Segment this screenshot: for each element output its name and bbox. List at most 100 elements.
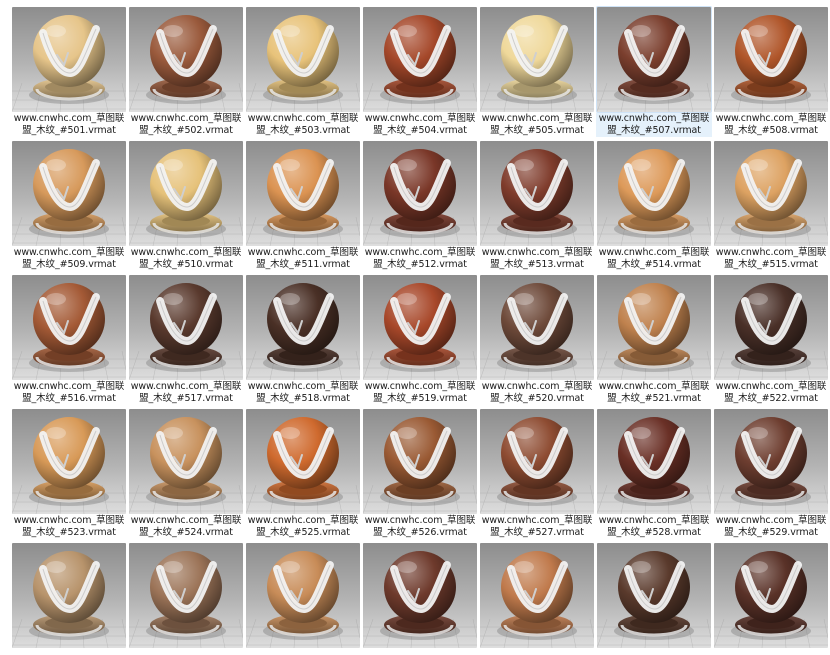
file-name-label: www.cnwhc.com_草图联 盟_木纹_#525.vrmat: [245, 515, 361, 539]
file-name-line1: www.cnwhc.com_草图联: [364, 113, 476, 124]
material-preview-image: [597, 141, 711, 246]
thumbnail-frame[interactable]: [714, 141, 828, 246]
material-preview-image: [480, 7, 594, 112]
file-name-line2: 盟_木纹_#505.vrmat: [490, 125, 584, 136]
material-preview-image: [597, 543, 711, 648]
material-preview-image: [480, 275, 594, 380]
thumbnail-frame[interactable]: [597, 7, 711, 112]
file-name-label: www.cnwhc.com_草图联 盟_木纹_#508.vrmat: [713, 113, 829, 137]
file-name-label: www.cnwhc.com_草图联 盟_木纹_#519.vrmat: [362, 381, 478, 405]
material-preview-image: [714, 141, 828, 246]
thumbnail-frame[interactable]: [363, 409, 477, 514]
file-name-line1: www.cnwhc.com_草图联: [13, 113, 125, 124]
file-name-line1: www.cnwhc.com_草图联: [481, 381, 593, 392]
thumbnail-grid: www.cnwhc.com_草图联 盟_木纹_#501.vrmat www.cnwh…: [0, 0, 830, 655]
thumbnail-frame[interactable]: [129, 409, 243, 514]
thumbnail-frame[interactable]: [12, 275, 126, 380]
material-preview-image: [714, 275, 828, 380]
file-name-line1: www.cnwhc.com_草图联: [715, 113, 827, 124]
file-name-label: www.cnwhc.com_草图联 盟_木纹_#527.vrmat: [479, 515, 595, 539]
material-preview-image: [246, 409, 360, 514]
thumbnail-frame[interactable]: [597, 141, 711, 246]
file-name-line1: www.cnwhc.com_草图联: [130, 247, 242, 258]
file-name-label: www.cnwhc.com_草图联 盟_木纹_#526.vrmat: [362, 515, 478, 539]
material-preview-image: [12, 409, 126, 514]
thumbnail-frame[interactable]: [480, 7, 594, 112]
thumbnail-frame[interactable]: [363, 275, 477, 380]
file-name-label: www.cnwhc.com_草图联 盟_木纹_#504.vrmat: [362, 113, 478, 137]
file-name-line2: 盟_木纹_#513.vrmat: [490, 259, 584, 270]
thumbnail-frame[interactable]: [129, 7, 243, 112]
thumbnail-frame[interactable]: [12, 7, 126, 112]
thumbnail-frame[interactable]: [480, 141, 594, 246]
thumbnail-frame[interactable]: [480, 409, 594, 514]
thumbnail-frame[interactable]: [129, 141, 243, 246]
thumbnail-frame[interactable]: [246, 7, 360, 112]
file-name-label: www.cnwhc.com_草图联 盟_木纹_#510.vrmat: [128, 247, 244, 271]
material-preview-image: [714, 543, 828, 648]
thumbnail-frame[interactable]: [597, 409, 711, 514]
thumbnail-frame[interactable]: [363, 141, 477, 246]
file-name-line2: 盟_木纹_#512.vrmat: [373, 259, 467, 270]
file-name-line2: 盟_木纹_#529.vrmat: [724, 527, 818, 538]
thumbnail-frame[interactable]: [246, 409, 360, 514]
file-name-label: www.cnwhc.com_草图联 盟_木纹_#502.vrmat: [128, 113, 244, 137]
material-preview-image: [363, 141, 477, 246]
file-name-line1: www.cnwhc.com_草图联: [247, 381, 359, 392]
thumbnail-frame[interactable]: [714, 543, 828, 648]
file-name-line1: www.cnwhc.com_草图联: [247, 247, 359, 258]
file-name-line1: www.cnwhc.com_草图联: [481, 515, 593, 526]
material-preview-image: [597, 275, 711, 380]
thumbnail-frame[interactable]: [12, 543, 126, 648]
file-name-line1: www.cnwhc.com_草图联: [247, 515, 359, 526]
file-name-line1: www.cnwhc.com_草图联: [13, 247, 125, 258]
file-name-line2: 盟_木纹_#517.vrmat: [139, 393, 233, 404]
file-name-line2: 盟_木纹_#526.vrmat: [373, 527, 467, 538]
thumbnail-frame[interactable]: [129, 275, 243, 380]
file-name-line1: www.cnwhc.com_草图联: [481, 113, 593, 124]
thumbnail-frame[interactable]: [714, 275, 828, 380]
material-preview-image: [129, 275, 243, 380]
file-name-line2: 盟_木纹_#510.vrmat: [139, 259, 233, 270]
material-preview-image: [714, 7, 828, 112]
file-name-line2: 盟_木纹_#516.vrmat: [22, 393, 116, 404]
file-name-line2: 盟_木纹_#520.vrmat: [490, 393, 584, 404]
thumbnail-frame[interactable]: [129, 543, 243, 648]
thumbnail-frame[interactable]: [246, 543, 360, 648]
thumbnail-frame[interactable]: [12, 141, 126, 246]
file-name-line1: www.cnwhc.com_草图联: [598, 247, 710, 258]
thumbnail-frame[interactable]: [246, 275, 360, 380]
thumbnail-frame[interactable]: [714, 409, 828, 514]
material-preview-image: [246, 275, 360, 380]
thumbnail-frame[interactable]: [597, 275, 711, 380]
file-name-line1: www.cnwhc.com_草图联: [481, 247, 593, 258]
file-name-line2: 盟_木纹_#511.vrmat: [256, 259, 350, 270]
material-preview-image: [12, 7, 126, 112]
material-preview-image: [12, 275, 126, 380]
thumbnail-frame[interactable]: [597, 543, 711, 648]
file-name-line1: www.cnwhc.com_草图联: [715, 381, 827, 392]
file-name-line2: 盟_木纹_#525.vrmat: [256, 527, 350, 538]
file-name-line2: 盟_木纹_#522.vrmat: [724, 393, 818, 404]
file-name-line2: 盟_木纹_#507.vrmat: [607, 125, 701, 136]
file-name-line1: www.cnwhc.com_草图联: [364, 247, 476, 258]
thumbnail-frame[interactable]: [363, 543, 477, 648]
thumbnail-frame[interactable]: [714, 7, 828, 112]
file-name-label: www.cnwhc.com_草图联 盟_木纹_#529.vrmat: [713, 515, 829, 539]
file-name-label: www.cnwhc.com_草图联 盟_木纹_#516.vrmat: [11, 381, 127, 405]
material-preview-image: [129, 543, 243, 648]
file-name-line1: www.cnwhc.com_草图联: [715, 515, 827, 526]
material-preview-image: [363, 275, 477, 380]
material-preview-image: [714, 409, 828, 514]
thumbnail-frame[interactable]: [480, 275, 594, 380]
material-preview-image: [597, 7, 711, 112]
file-name-line1: www.cnwhc.com_草图联: [364, 381, 476, 392]
thumbnail-frame[interactable]: [363, 7, 477, 112]
file-name-label: www.cnwhc.com_草图联 盟_木纹_#524.vrmat: [128, 515, 244, 539]
file-name-line1: www.cnwhc.com_草图联: [13, 515, 125, 526]
thumbnail-frame[interactable]: [480, 543, 594, 648]
thumbnail-frame[interactable]: [246, 141, 360, 246]
thumbnail-frame[interactable]: [12, 409, 126, 514]
file-name-label: www.cnwhc.com_草图联 盟_木纹_#521.vrmat: [596, 381, 712, 405]
file-name-label: www.cnwhc.com_草图联 盟_木纹_#520.vrmat: [479, 381, 595, 405]
